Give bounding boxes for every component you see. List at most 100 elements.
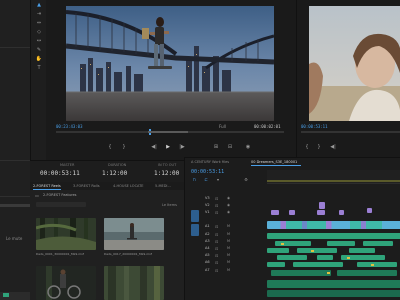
project-search-input[interactable] [36,202,86,207]
track-label[interactable]: A5 [205,253,210,258]
eye-icon[interactable]: ◉ [227,203,230,208]
mute-icon[interactable]: M [227,239,230,244]
clip-marker[interactable] [311,250,314,252]
mute-icon[interactable]: M [227,232,230,237]
track-label[interactable]: A6 [205,260,210,265]
razor-icon[interactable]: ◇ [35,29,43,35]
lock-icon[interactable]: ⊡ [215,224,218,229]
timeline-clips-area[interactable] [267,186,400,300]
lock-icon[interactable]: ⊡ [215,268,218,273]
program-scrubber[interactable] [301,131,400,133]
source-timecode-in[interactable]: 00:23:43:03 [56,124,83,129]
track-select-icon[interactable]: ⇥ [35,11,43,17]
track-label[interactable]: V2 [205,203,210,208]
clip-thumbnail[interactable] [104,218,164,250]
video-clip-strip[interactable] [267,221,400,229]
source-scrubber[interactable] [56,129,284,135]
play-icon[interactable]: ▶ [164,144,172,150]
audio-clip[interactable] [267,290,400,297]
pen-icon[interactable]: ✎ [35,47,43,53]
export-frame-icon[interactable]: ◉ [244,144,252,150]
audio-clip[interactable] [297,248,337,253]
tab-more[interactable]: 5-MEDI... [155,184,171,189]
snap-icon[interactable]: ⊓ [191,177,197,183]
video-clip[interactable] [289,210,295,215]
audio-clip[interactable] [271,270,331,276]
mute-icon[interactable]: M [227,253,230,258]
mark-out-icon[interactable]: } [120,144,128,150]
video-clip[interactable] [339,210,344,215]
clip-marker[interactable] [347,257,350,259]
program-timecode[interactable]: 00:00:53:11 [301,124,328,129]
clip-thumbnail[interactable] [36,218,96,250]
audio-clip[interactable] [267,262,285,267]
step-back-icon[interactable]: ◀| [150,144,158,150]
overwrite-icon[interactable]: ⊟ [226,144,234,150]
audio-clip[interactable] [293,262,343,267]
clip-marker[interactable] [371,264,374,266]
eye-icon[interactable]: ◉ [227,210,230,215]
program-mark-in-icon[interactable]: { [303,144,311,150]
program-step-back-icon[interactable]: ◀| [329,144,337,150]
mute-icon[interactable]: M [227,246,230,251]
lock-icon[interactable]: ⊡ [215,210,218,215]
lock-icon[interactable]: ⊡ [215,246,218,251]
slip-icon[interactable]: ↔ [35,38,43,44]
lock-icon[interactable]: ⊡ [215,232,218,237]
audio-clip[interactable] [317,255,333,260]
tab-house-locate[interactable]: 4-HOUSE LOCATE [113,184,143,189]
left-strip-scrollbar[interactable] [0,204,30,207]
audio-clip[interactable] [363,241,393,246]
mark-in-icon[interactable]: { [106,144,114,150]
audio-clip[interactable] [349,248,375,253]
left-strip-green-tab[interactable] [3,293,9,297]
audio-clip[interactable] [357,262,397,267]
insert-icon[interactable]: ⊞ [212,144,220,150]
video-clip[interactable] [271,210,279,215]
lock-icon[interactable]: ⊡ [215,196,218,201]
selection-tool-icon[interactable]: ▲ [35,2,43,8]
clip-marker[interactable] [281,243,284,245]
audio-clip[interactable] [277,255,307,260]
add-marker-icon[interactable]: ▾ [215,177,221,183]
tab-forest-reels[interactable]: 2-FOREST Reels [33,184,61,189]
clip-marker[interactable] [327,272,330,274]
clip-thumbnail[interactable] [104,266,164,300]
mute-icon[interactable]: M [227,268,230,273]
linked-selection-icon[interactable]: ⊏ [203,177,209,183]
audio-clip[interactable] [337,270,397,276]
lock-icon[interactable]: ⊡ [215,203,218,208]
audio-clip[interactable] [267,280,400,288]
timeline-tab-century[interactable]: A CENTURY Work files [191,160,229,165]
clip-thumbnail[interactable] [36,266,96,300]
video-clip[interactable] [367,208,372,213]
track-label[interactable]: A3 [205,239,210,244]
audio-clip[interactable] [267,248,289,253]
mute-icon[interactable]: M [227,260,230,265]
mute-icon[interactable]: M [227,224,230,229]
track-label[interactable]: A4 [205,246,210,251]
track-label[interactable]: V3 [205,196,210,201]
lock-icon[interactable]: ⊡ [215,260,218,265]
program-mark-out-icon[interactable]: } [315,144,323,150]
fit-dropdown[interactable]: Full [219,124,226,129]
timeline-ruler[interactable] [267,170,400,184]
tab-forest-rolls[interactable]: 3-FOREST Rolls [73,184,100,189]
type-icon[interactable]: T [35,65,43,71]
track-label[interactable]: V1 [205,210,210,215]
track-label[interactable]: A7 [205,268,210,273]
lock-icon[interactable]: ⊡ [215,239,218,244]
video-clip[interactable] [317,210,325,215]
ripple-edit-icon[interactable]: ⇔ [35,20,43,26]
step-forward-icon[interactable]: |▶ [178,144,186,150]
timeline-timecode[interactable]: 00:00:53:11 [191,169,224,175]
video-clip[interactable] [319,202,325,209]
track-label[interactable]: A2 [205,232,210,237]
track-label[interactable]: A1 [205,224,210,229]
work-area-bar[interactable] [267,180,400,182]
eye-icon[interactable]: ◉ [227,196,230,201]
audio-clip[interactable] [327,241,355,246]
settings-icon[interactable]: ⚙ [243,177,249,183]
lock-icon[interactable]: ⊡ [215,253,218,258]
audio-clip[interactable] [267,233,400,239]
